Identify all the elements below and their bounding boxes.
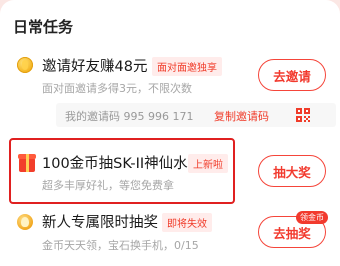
section-title: 日常任务	[13, 18, 74, 36]
button-badge: 领金币	[296, 211, 328, 224]
invite-code-label: 我的邀请码 995 996 171	[65, 110, 194, 123]
medal-icon	[17, 214, 33, 230]
task-title: 邀请好友赚48元	[42, 59, 148, 75]
invite-code-box: 我的邀请码 995 996 171 复制邀请码	[56, 103, 336, 127]
coin-icon	[17, 57, 33, 73]
draw-grand-prize-button[interactable]: 抽大奖	[258, 155, 326, 187]
invite-button[interactable]: 去邀请	[258, 59, 326, 91]
task-tag: 即将失效	[162, 213, 212, 232]
task-tag: 面对面邀独享	[152, 57, 222, 76]
task-subtitle: 金币天天领，宝石换手机，0/15	[42, 239, 199, 252]
task-subtitle: 面对面邀请多得3元，不限次数	[42, 82, 192, 95]
daily-tasks-card: 日常任务 邀请好友赚48元 面对面邀独享 面对面邀请多得3元，不限次数 去邀请 …	[0, 0, 340, 266]
qr-code-icon[interactable]	[296, 108, 310, 122]
task-title: 新人专属限时抽奖	[42, 215, 158, 231]
highlight-box	[9, 138, 235, 204]
copy-invite-code-link[interactable]: 复制邀请码	[214, 108, 269, 124]
